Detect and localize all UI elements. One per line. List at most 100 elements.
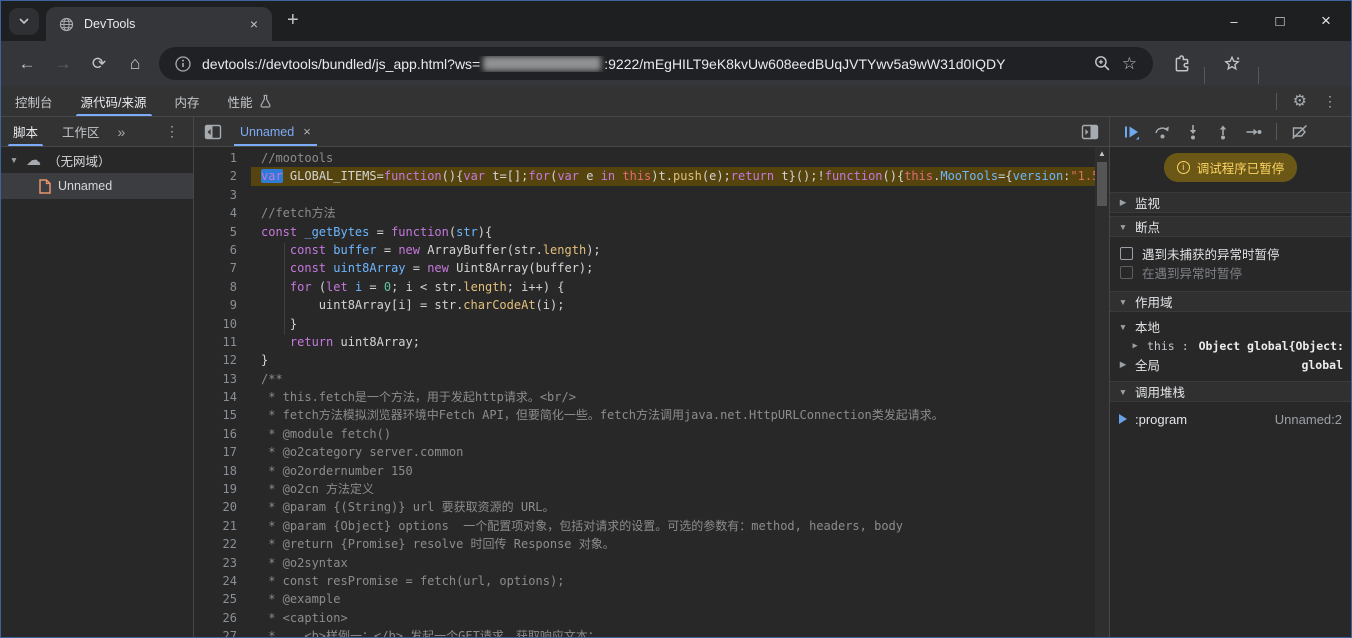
line-number[interactable]: 17 bbox=[194, 443, 251, 461]
maximize-button[interactable]: □ bbox=[1257, 1, 1303, 41]
call-stack-section-header[interactable]: ▼ 调用堆栈 bbox=[1110, 381, 1351, 402]
call-stack-frame[interactable]: :program Unnamed:2 bbox=[1110, 408, 1351, 430]
line-number[interactable]: 1 bbox=[194, 149, 251, 167]
url-text[interactable]: devtools://devtools/bundled/js_app.html?… bbox=[202, 56, 1083, 72]
home-button[interactable]: ⌂ bbox=[117, 41, 153, 86]
code-line[interactable]: 2var GLOBAL_ITEMS=function(){var t=[];fo… bbox=[194, 167, 1095, 185]
code-line[interactable]: 10 } bbox=[194, 315, 1095, 333]
line-number[interactable]: 16 bbox=[194, 425, 251, 443]
line-number[interactable]: 19 bbox=[194, 480, 251, 498]
step-out-icon[interactable] bbox=[1215, 124, 1231, 140]
forward-button[interactable]: → bbox=[45, 41, 81, 86]
navigator-tab-1[interactable]: 工作区 bbox=[50, 117, 112, 146]
breakpoints-section-header[interactable]: ▼ 断点 bbox=[1110, 216, 1351, 237]
step-icon[interactable] bbox=[1245, 124, 1262, 140]
code-line[interactable]: 5const _getBytes = function(str){ bbox=[194, 223, 1095, 241]
panel-tab-0[interactable]: 控制台 bbox=[1, 86, 67, 116]
panel-tab-2[interactable]: 内存 bbox=[161, 86, 214, 116]
code-line[interactable]: 8 for (let i = 0; i < str.length; i++) { bbox=[194, 278, 1095, 296]
line-number[interactable]: 8 bbox=[194, 278, 251, 296]
tree-expand-icon[interactable]: ▼ bbox=[9, 155, 19, 165]
step-over-icon[interactable] bbox=[1154, 124, 1171, 140]
editor-tab-close-icon[interactable]: × bbox=[303, 124, 311, 139]
line-number[interactable]: 18 bbox=[194, 462, 251, 480]
line-number[interactable]: 21 bbox=[194, 517, 251, 535]
line-number[interactable]: 27 bbox=[194, 627, 251, 637]
info-icon[interactable] bbox=[175, 56, 191, 72]
code-line[interactable]: 13/** bbox=[194, 370, 1095, 388]
code-line[interactable]: 21 * @param {Object} options 一个配置项对象，包括对… bbox=[194, 517, 1095, 535]
scope-section-header[interactable]: ▼ 作用域 bbox=[1110, 291, 1351, 312]
scroll-up-icon[interactable]: ▲ bbox=[1095, 149, 1109, 158]
hide-navigator-icon[interactable] bbox=[203, 122, 223, 142]
editor-scrollbar[interactable]: ▲ bbox=[1095, 147, 1109, 637]
editor-tab-unnamed[interactable]: Unnamed × bbox=[234, 117, 317, 146]
code-line[interactable]: 9 uint8Array[i] = str.charCodeAt(i); bbox=[194, 296, 1095, 314]
breakpoint-option-0[interactable]: 遇到未捕获的异常时暂停 bbox=[1110, 244, 1351, 263]
minimize-button[interactable]: – bbox=[1211, 1, 1257, 41]
code-line[interactable]: 19 * @o2cn 方法定义 bbox=[194, 480, 1095, 498]
code-line[interactable]: 12} bbox=[194, 351, 1095, 369]
zoom-icon[interactable] bbox=[1094, 55, 1111, 72]
tree-file-unnamed[interactable]: Unnamed bbox=[1, 173, 193, 199]
close-window-button[interactable]: × bbox=[1303, 1, 1349, 41]
deactivate-breakpoints-icon[interactable] bbox=[1291, 124, 1308, 140]
line-number[interactable]: 10 bbox=[194, 315, 251, 333]
line-number[interactable]: 7 bbox=[194, 259, 251, 277]
code-line[interactable]: 27 * <b>样例一：</b> 发起一个GET请求，获取响应文本： bbox=[194, 627, 1095, 637]
tree-group-no-domain[interactable]: ▼ ☁ （无网域） bbox=[1, 147, 193, 173]
tab-search-button[interactable] bbox=[9, 8, 39, 35]
new-tab-button[interactable]: + bbox=[287, 9, 299, 32]
bookmark-star-icon[interactable]: ☆ bbox=[1122, 54, 1137, 74]
scope-local-row[interactable]: ▼ 本地 bbox=[1110, 317, 1351, 336]
more-tabs-icon[interactable]: » bbox=[112, 124, 131, 140]
back-button[interactable]: ← bbox=[9, 41, 45, 86]
line-number[interactable]: 13 bbox=[194, 370, 251, 388]
code-line[interactable]: 7 const uint8Array = new Uint8Array(buff… bbox=[194, 259, 1095, 277]
settings-gear-icon[interactable]: ⚙ bbox=[1293, 91, 1307, 111]
line-number[interactable]: 2 bbox=[194, 167, 251, 185]
side-panel-star-icon[interactable] bbox=[1223, 55, 1241, 73]
line-number[interactable]: 15 bbox=[194, 406, 251, 424]
line-number[interactable]: 23 bbox=[194, 554, 251, 572]
code-line[interactable]: 24 * const resPromise = fetch(url, optio… bbox=[194, 572, 1095, 590]
tab-close-icon[interactable]: × bbox=[246, 16, 262, 32]
show-debugger-panel-icon[interactable] bbox=[1080, 122, 1100, 142]
code-line[interactable]: 1//mootools bbox=[194, 149, 1095, 167]
devtools-menu-icon[interactable]: ⋮ bbox=[1323, 93, 1337, 110]
navigator-tab-0[interactable]: 脚本 bbox=[1, 117, 50, 146]
code-line[interactable]: 17 * @o2category server.common bbox=[194, 443, 1095, 461]
code-line[interactable]: 3 bbox=[194, 186, 1095, 204]
code-line[interactable]: 4//fetch方法 bbox=[194, 204, 1095, 222]
line-number[interactable]: 3 bbox=[194, 186, 251, 204]
step-into-icon[interactable] bbox=[1185, 124, 1201, 140]
line-number[interactable]: 4 bbox=[194, 204, 251, 222]
line-number[interactable]: 6 bbox=[194, 241, 251, 259]
scrollbar-thumb[interactable] bbox=[1097, 162, 1107, 206]
line-number[interactable]: 9 bbox=[194, 296, 251, 314]
line-number[interactable]: 11 bbox=[194, 333, 251, 351]
navigator-menu-icon[interactable]: ⋮ bbox=[165, 123, 193, 140]
address-bar[interactable]: devtools://devtools/bundled/js_app.html?… bbox=[159, 47, 1153, 80]
code-line[interactable]: 23 * @o2syntax bbox=[194, 554, 1095, 572]
code-line[interactable]: 25 * @example bbox=[194, 590, 1095, 608]
line-number[interactable]: 26 bbox=[194, 609, 251, 627]
code-line[interactable]: 6 const buffer = new ArrayBuffer(str.len… bbox=[194, 241, 1095, 259]
line-number[interactable]: 20 bbox=[194, 498, 251, 516]
line-number[interactable]: 25 bbox=[194, 590, 251, 608]
browser-tab[interactable]: DevTools × bbox=[46, 7, 272, 41]
panel-tab-1[interactable]: 源代码/来源 bbox=[67, 86, 161, 116]
code-line[interactable]: 26 * <caption> bbox=[194, 609, 1095, 627]
code-line[interactable]: 16 * @module fetch() bbox=[194, 425, 1095, 443]
code-line[interactable]: 14 * this.fetch是一个方法，用于发起http请求。<br/> bbox=[194, 388, 1095, 406]
resume-script-icon[interactable] bbox=[1123, 124, 1140, 140]
code-line[interactable]: 15 * fetch方法模拟浏览器环境中Fetch API，但要简化一些。fet… bbox=[194, 406, 1095, 424]
code-editor[interactable]: 1//mootools2var GLOBAL_ITEMS=function(){… bbox=[194, 147, 1109, 637]
line-number[interactable]: 5 bbox=[194, 223, 251, 241]
code-line[interactable]: 20 * @param {(String)} url 要获取资源的 URL。 bbox=[194, 498, 1095, 516]
line-number[interactable]: 22 bbox=[194, 535, 251, 553]
scope-this-row[interactable]: ▶ this: Object global{Object: f bbox=[1110, 336, 1351, 355]
line-number[interactable]: 12 bbox=[194, 351, 251, 369]
line-number[interactable]: 14 bbox=[194, 388, 251, 406]
panel-tab-3[interactable]: 性能 bbox=[214, 86, 286, 116]
